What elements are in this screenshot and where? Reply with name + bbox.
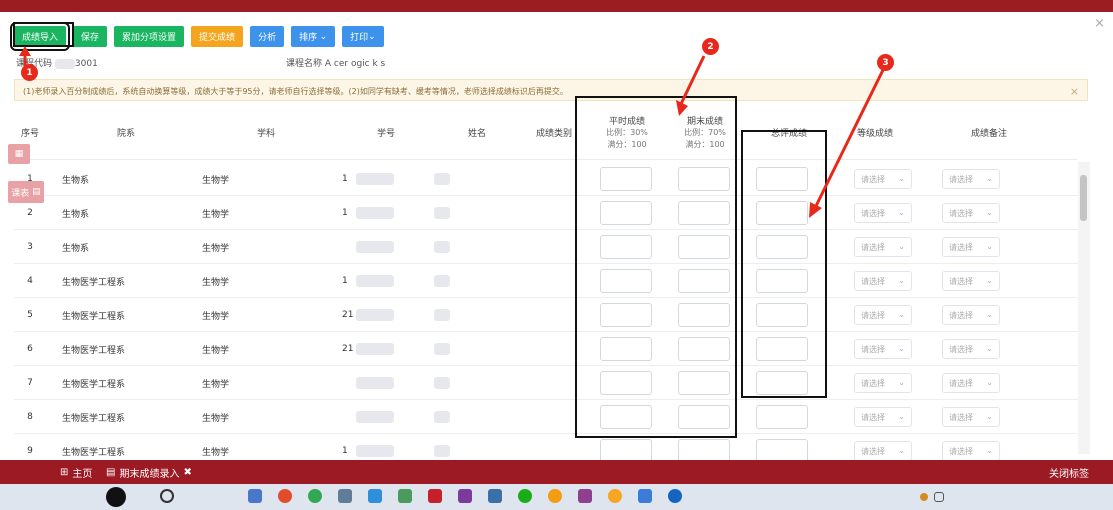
app-icon[interactable] (458, 489, 472, 503)
wps-icon[interactable] (428, 489, 442, 503)
app-icon[interactable] (488, 489, 502, 503)
close-icon[interactable]: ✖ (183, 467, 191, 478)
app-icon[interactable] (608, 489, 622, 503)
volume-icon[interactable] (934, 492, 944, 502)
browser-icon[interactable] (308, 489, 322, 503)
timetable-float-button[interactable]: 课表 ▤ (8, 181, 44, 203)
annotation-marker: 2 (702, 38, 719, 55)
app-icon[interactable] (578, 489, 592, 503)
annotation-marker: 3 (877, 54, 894, 71)
app-icon[interactable] (338, 489, 352, 503)
grid-icon: ⊞ (60, 467, 69, 478)
annotation-marker: 1 (21, 64, 38, 81)
tab-bar: ⊞ 主页 ▤ 期末成绩录入 ✖ 关闭标签 (0, 460, 1113, 484)
tab-final-score-entry[interactable]: ▤ 期末成绩录入 ✖ (106, 465, 192, 480)
close-all-tabs-button[interactable]: 关闭标签 (1049, 465, 1089, 480)
document-icon: ▤ (106, 467, 116, 478)
annotation-arrows (19, 46, 885, 218)
app-icon[interactable] (398, 489, 412, 503)
tray-icon[interactable] (920, 493, 928, 501)
app-icon[interactable] (368, 489, 382, 503)
search-icon[interactable] (160, 489, 174, 503)
file-explorer-icon[interactable] (248, 489, 262, 503)
taskbar (0, 484, 1113, 510)
calendar-icon[interactable]: ▦ (8, 144, 30, 164)
app-icon[interactable] (638, 489, 652, 503)
app-icon[interactable] (106, 487, 126, 507)
table-icon: ▤ (29, 187, 41, 197)
app-icon[interactable] (668, 489, 682, 503)
tab-home[interactable]: ⊞ 主页 (60, 465, 92, 480)
chrome-icon[interactable] (548, 489, 562, 503)
browser-icon[interactable] (278, 489, 292, 503)
wechat-icon[interactable] (518, 489, 532, 503)
